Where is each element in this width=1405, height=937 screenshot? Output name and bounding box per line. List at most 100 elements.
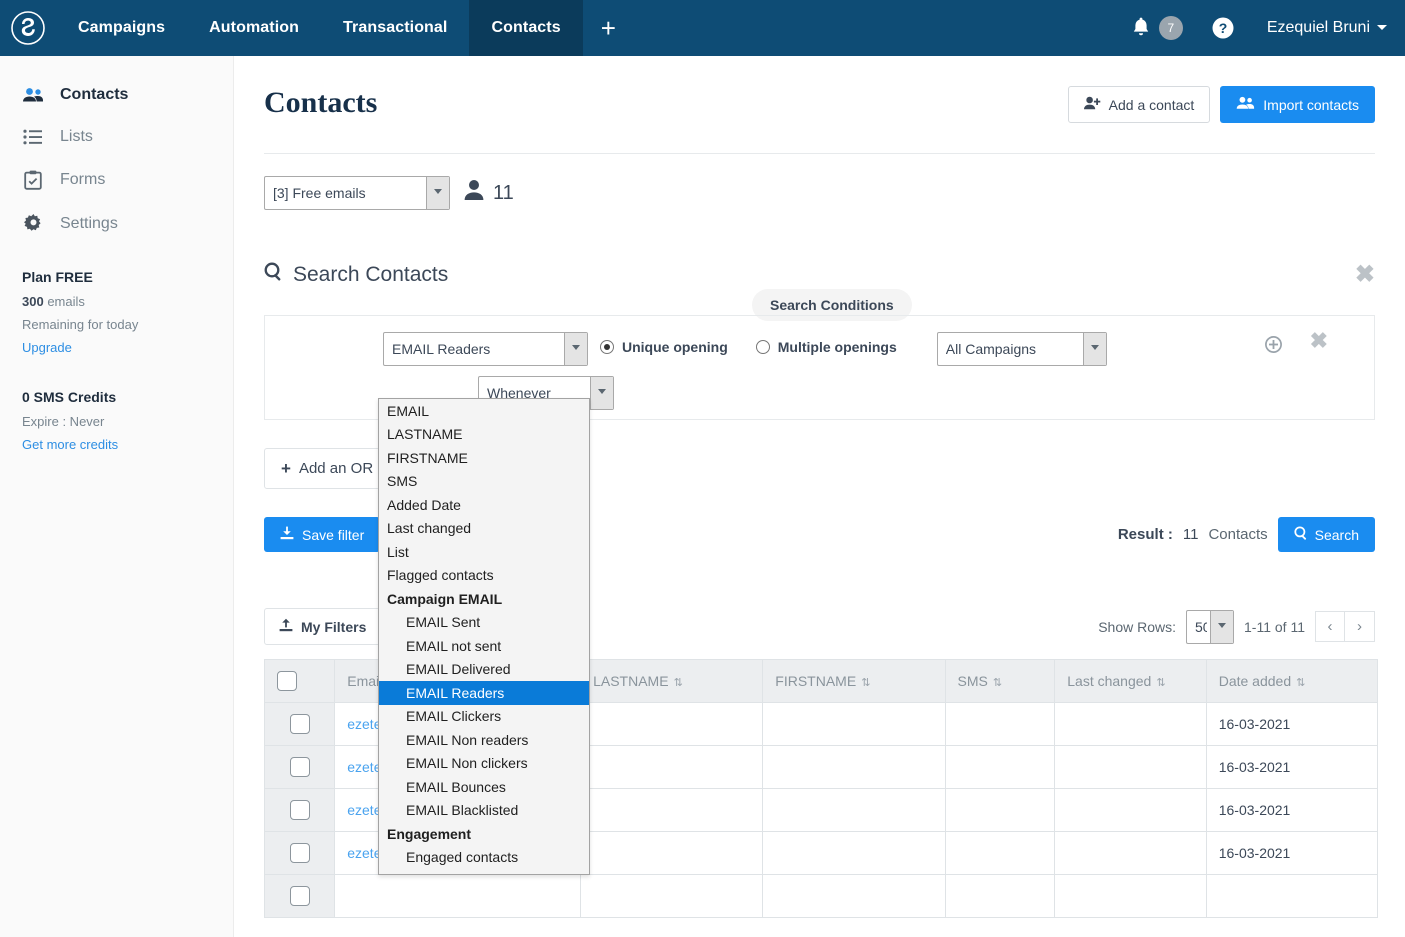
cell-date-added <box>1206 875 1377 918</box>
cell-firstname <box>763 875 945 918</box>
plan-info-block: Plan FREE 300 emails Remaining for today… <box>0 245 233 355</box>
dropdown-option-flagged-contacts[interactable]: Flagged contacts <box>379 564 589 588</box>
column-header-firstname[interactable]: FIRSTNAME⇅ <box>763 660 945 703</box>
top-navigation-bar: Campaigns Automation Transactional Conta… <box>0 0 1405 56</box>
column-header-lastname[interactable]: LASTNAME⇅ <box>581 660 763 703</box>
column-header-date-added[interactable]: Date added⇅ <box>1206 660 1377 703</box>
close-search-icon[interactable]: ✖ <box>1355 263 1375 287</box>
cell-date-added: 16-03-2021 <box>1206 746 1377 789</box>
condition-field-select-wrapper: EMAIL Readers <box>383 332 588 366</box>
my-filters-button[interactable]: My Filters <box>264 608 381 645</box>
plus-icon: + <box>601 13 616 44</box>
user-name-label: Ezequiel Bruni <box>1267 19 1370 36</box>
dropdown-option-firstname[interactable]: FIRSTNAME <box>379 446 589 470</box>
row-checkbox[interactable] <box>290 800 310 820</box>
page-header: Contacts Add a contact <box>264 86 1375 123</box>
prev-page-button[interactable]: ‹ <box>1315 611 1345 642</box>
nav-item-automation[interactable]: Automation <box>187 0 321 56</box>
condition-controls: EMAIL Readers Unique opening Multiple op… <box>265 332 1374 366</box>
pagination-range-label: 1-11 of 11 <box>1244 619 1305 635</box>
search-title-label: Search Contacts <box>293 263 448 287</box>
dropdown-option-last-changed[interactable]: Last changed <box>379 517 589 541</box>
cell-firstname <box>763 703 945 746</box>
cell-lastname <box>581 746 763 789</box>
dropdown-option-lastname[interactable]: LASTNAME <box>379 423 589 447</box>
cell-sms <box>945 789 1055 832</box>
cell-lastname <box>581 789 763 832</box>
next-page-button[interactable]: › <box>1345 611 1375 642</box>
notifications-button[interactable]: 7 <box>1131 16 1183 41</box>
sort-icon: ⇅ <box>1156 678 1165 689</box>
condition-field-dropdown-list[interactable]: EMAIL LASTNAME FIRSTNAME SMS Added Date … <box>378 398 590 875</box>
import-contacts-button[interactable]: Import contacts <box>1220 86 1375 123</box>
select-all-checkbox[interactable] <box>277 671 297 691</box>
list-select[interactable]: [3] Free emails <box>264 176 450 210</box>
dropdown-option-email-bounces[interactable]: EMAIL Bounces <box>379 775 589 799</box>
condition-field-area: EMAIL Readers <box>383 332 588 366</box>
app-logo[interactable] <box>0 0 56 56</box>
row-checkbox[interactable] <box>290 757 310 777</box>
dropdown-option-added-date[interactable]: Added Date <box>379 493 589 517</box>
cell-sms <box>945 746 1055 789</box>
get-more-credits-link[interactable]: Get more credits <box>22 437 233 452</box>
nav-item-transactional[interactable]: Transactional <box>321 0 469 56</box>
sidebar-label-settings: Settings <box>60 215 118 233</box>
nav-item-campaigns[interactable]: Campaigns <box>56 0 187 56</box>
dropdown-option-email-blacklisted[interactable]: EMAIL Blacklisted <box>379 799 589 823</box>
dropdown-option-email-readers[interactable]: EMAIL Readers <box>379 681 589 705</box>
search-section-header: Search Contacts ✖ <box>264 262 1375 287</box>
row-select-cell <box>265 746 335 789</box>
dropdown-option-list[interactable]: List <box>379 540 589 564</box>
remove-condition-icon[interactable]: ✖ <box>1310 328 1328 354</box>
nav-item-contacts[interactable]: Contacts <box>469 0 582 56</box>
chevron-down-icon <box>1377 25 1387 30</box>
pagination-controls: Show Rows: 50 1-11 of 11 ‹ › <box>1098 610 1375 644</box>
sidebar-item-settings[interactable]: Settings <box>0 202 233 245</box>
dropdown-option-email-delivered[interactable]: EMAIL Delivered <box>379 658 589 682</box>
sidebar-label-lists: Lists <box>60 128 93 146</box>
search-title: Search Contacts <box>264 262 448 287</box>
dropdown-option-email-sent[interactable]: EMAIL Sent <box>379 611 589 635</box>
page-title: Contacts <box>264 86 377 119</box>
dropdown-option-sms[interactable]: SMS <box>379 470 589 494</box>
dropdown-option-email-non-readers[interactable]: EMAIL Non readers <box>379 728 589 752</box>
campaign-select[interactable]: All Campaigns <box>937 332 1107 366</box>
rows-per-page-select[interactable]: 50 <box>1186 610 1234 644</box>
search-button[interactable]: Search <box>1278 517 1375 552</box>
select-all-header <box>265 660 335 703</box>
help-icon: ? <box>1211 16 1235 40</box>
add-contact-label: Add a contact <box>1109 97 1195 113</box>
radio-unique-opening[interactable]: Unique opening <box>600 339 728 355</box>
nav-label-automation: Automation <box>209 19 299 37</box>
cell-email[interactable] <box>335 875 581 918</box>
contact-count-display: 11 <box>464 179 514 207</box>
radio-multiple-openings[interactable]: Multiple openings <box>756 339 897 355</box>
dropdown-option-email[interactable]: EMAIL <box>379 399 589 423</box>
list-icon <box>22 129 44 145</box>
search-icon <box>1294 526 1308 543</box>
column-header-last-changed[interactable]: Last changed⇅ <box>1055 660 1206 703</box>
dropdown-option-email-non-clickers[interactable]: EMAIL Non clickers <box>379 752 589 776</box>
upgrade-link[interactable]: Upgrade <box>22 340 233 355</box>
user-menu-button[interactable]: Ezequiel Bruni <box>1267 19 1387 37</box>
dropdown-option-email-not-sent[interactable]: EMAIL not sent <box>379 634 589 658</box>
row-checkbox[interactable] <box>290 714 310 734</box>
import-contacts-label: Import contacts <box>1263 97 1359 113</box>
add-tab-button[interactable]: + <box>583 0 634 56</box>
sidebar-item-forms[interactable]: Forms <box>0 158 233 202</box>
row-checkbox[interactable] <box>290 886 310 906</box>
condition-field-select[interactable]: EMAIL Readers <box>383 332 588 366</box>
sidebar-item-contacts[interactable]: Contacts <box>0 74 233 116</box>
sidebar-item-lists[interactable]: Lists <box>0 116 233 158</box>
help-button[interactable]: ? <box>1211 16 1235 40</box>
plan-title: Plan FREE <box>22 269 233 285</box>
column-header-sms[interactable]: SMS⇅ <box>945 660 1055 703</box>
cell-last-changed <box>1055 832 1206 875</box>
row-checkbox[interactable] <box>290 843 310 863</box>
add-contact-button[interactable]: Add a contact <box>1068 86 1211 123</box>
radio-unique-indicator <box>600 340 614 354</box>
save-filter-button[interactable]: Save filter <box>264 517 380 552</box>
add-condition-icon[interactable] <box>1265 336 1282 356</box>
dropdown-option-email-clickers[interactable]: EMAIL Clickers <box>379 705 589 729</box>
dropdown-option-engaged-contacts[interactable]: Engaged contacts <box>379 846 589 870</box>
